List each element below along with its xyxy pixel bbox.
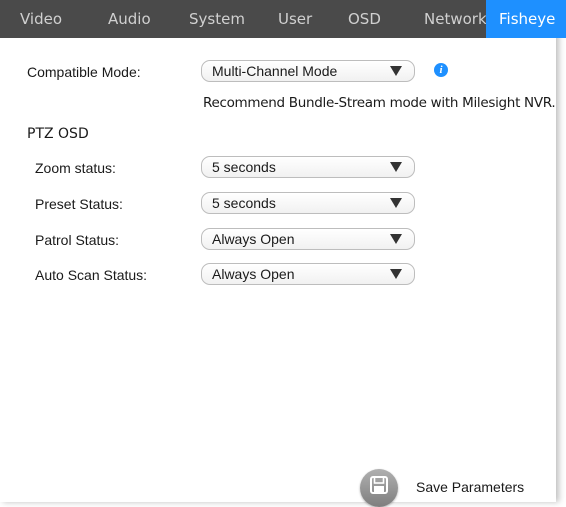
zoom-status-label: Zoom status: xyxy=(35,160,116,176)
tab-bar: Video Audio System User OSD Network Fish… xyxy=(0,0,566,38)
patrol-status-label: Patrol Status: xyxy=(35,232,120,248)
compatible-mode-note: Recommend Bundle-Stream mode with Milesi… xyxy=(203,95,556,111)
auto-scan-status-label: Auto Scan Status: xyxy=(35,267,148,283)
chevron-down-icon xyxy=(390,198,402,208)
patrol-status-select[interactable]: Always Open xyxy=(201,228,415,250)
tab-user[interactable]: User xyxy=(278,0,312,38)
ptz-osd-heading: PTZ OSD xyxy=(27,126,89,142)
tab-system[interactable]: System xyxy=(189,0,245,38)
patrol-status-value: Always Open xyxy=(212,231,295,247)
save-parameters-label[interactable]: Save Parameters xyxy=(416,479,524,495)
compatible-mode-select[interactable]: Multi-Channel Mode xyxy=(201,60,415,82)
compatible-mode-value: Multi-Channel Mode xyxy=(212,63,338,79)
chevron-down-icon xyxy=(390,269,402,279)
chevron-down-icon xyxy=(390,234,402,244)
info-icon[interactable]: i xyxy=(434,63,448,77)
chevron-down-icon xyxy=(390,66,402,76)
preset-status-value: 5 seconds xyxy=(212,195,276,211)
auto-scan-status-value: Always Open xyxy=(212,266,295,282)
tab-osd[interactable]: OSD xyxy=(348,0,381,38)
compatible-mode-label: Compatible Mode: xyxy=(27,64,141,80)
tab-audio[interactable]: Audio xyxy=(108,0,151,38)
floppy-disk-icon xyxy=(370,476,388,494)
preset-status-select[interactable]: 5 seconds xyxy=(201,192,415,214)
auto-scan-status-select[interactable]: Always Open xyxy=(201,263,415,285)
settings-panel: Video Audio System User OSD Network Fish… xyxy=(0,0,566,507)
preset-status-label: Preset Status: xyxy=(35,196,123,212)
tab-network[interactable]: Network xyxy=(424,0,487,38)
save-button[interactable] xyxy=(360,469,400,507)
tab-video[interactable]: Video xyxy=(20,0,62,38)
chevron-down-icon xyxy=(390,162,402,172)
tab-fisheye[interactable]: Fisheye xyxy=(486,0,566,38)
zoom-status-select[interactable]: 5 seconds xyxy=(201,156,415,178)
zoom-status-value: 5 seconds xyxy=(212,159,276,175)
